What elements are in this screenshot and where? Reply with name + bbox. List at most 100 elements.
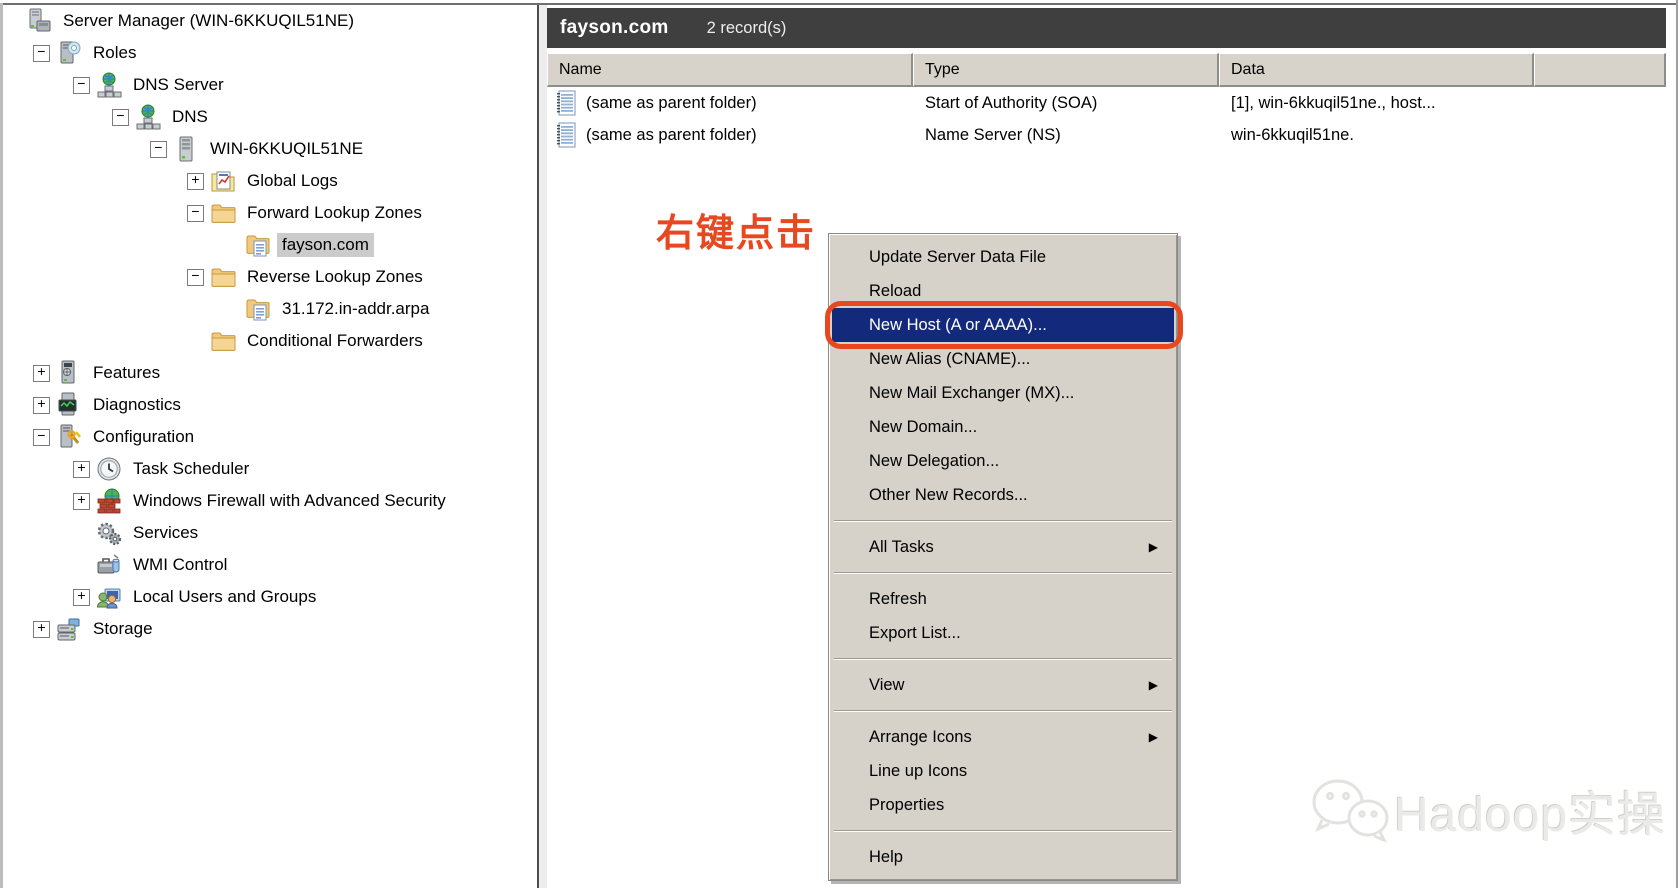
- record-icon: [555, 90, 579, 116]
- services-icon: [96, 520, 122, 546]
- tree-item-forward-lookup-zones[interactable]: Forward Lookup Zones: [242, 201, 427, 225]
- tree-item-storage[interactable]: Storage: [88, 617, 158, 641]
- menu-item-refresh[interactable]: Refresh: [832, 582, 1174, 616]
- tree-row: − Reverse Lookup Zones: [3, 261, 537, 293]
- collapse-icon[interactable]: −: [33, 44, 50, 62]
- record-name: (same as parent folder): [586, 93, 757, 112]
- column-header-data[interactable]: Data: [1219, 53, 1534, 87]
- tree-row: Services: [3, 517, 537, 549]
- zone-title-bar: fayson.com 2 record(s): [547, 8, 1666, 48]
- column-header-type[interactable]: Type: [913, 53, 1219, 87]
- tree-item-configuration[interactable]: Configuration: [88, 425, 199, 449]
- tree-item-reverse-lookup-zones[interactable]: Reverse Lookup Zones: [242, 265, 428, 289]
- menu-item-label: New Delegation...: [869, 452, 1000, 470]
- menu-separator: [834, 658, 1172, 660]
- wmi-icon: [96, 552, 122, 578]
- tree-item-services[interactable]: Services: [128, 521, 203, 545]
- tree-item-windows-firewall-with-advanced-security[interactable]: Windows Firewall with Advanced Security: [128, 489, 451, 513]
- menu-item-view[interactable]: View ▶: [832, 668, 1174, 702]
- menu-item-reload[interactable]: Reload: [832, 274, 1174, 308]
- menu-item-properties[interactable]: Properties: [832, 788, 1174, 822]
- tree-row: − WIN-6KKUQIL51NE: [3, 133, 537, 165]
- panel-splitter-gap: [539, 5, 547, 888]
- record-row[interactable]: (same as parent folder) Start of Authorit…: [547, 87, 1666, 119]
- global-logs-icon: [210, 168, 236, 194]
- menu-item-label: View: [869, 676, 905, 694]
- menu-item-new-domain[interactable]: New Domain...: [832, 410, 1174, 444]
- menu-separator: [834, 520, 1172, 522]
- submenu-arrow-icon: ▶: [1148, 678, 1158, 692]
- menu-separator: [834, 830, 1172, 832]
- menu-item-new-host-a-or-aaaa[interactable]: New Host (A or AAAA)...: [825, 301, 1183, 349]
- column-header-name[interactable]: Name: [547, 53, 913, 87]
- menu-item-update-server-data-file[interactable]: Update Server Data File: [832, 240, 1174, 274]
- collapse-icon[interactable]: −: [33, 428, 50, 446]
- tree-item-roles[interactable]: Roles: [88, 41, 141, 65]
- diagnostics-icon: [56, 392, 82, 418]
- tree-row: Conditional Forwarders: [3, 325, 537, 357]
- tree-row: + Diagnostics: [3, 389, 537, 421]
- tree-item-diagnostics[interactable]: Diagnostics: [88, 393, 186, 417]
- record-list-header: Name Type Data: [547, 53, 1666, 87]
- tree-item-dns-server[interactable]: DNS Server: [128, 73, 229, 97]
- menu-item-export-list[interactable]: Export List...: [832, 616, 1174, 650]
- tree-row: WMI Control: [3, 549, 537, 581]
- menu-item-label: Reload: [869, 282, 922, 300]
- collapse-icon[interactable]: −: [150, 140, 167, 158]
- expand-icon[interactable]: +: [73, 588, 90, 606]
- record-list-body: (same as parent folder) Start of Authorit…: [547, 87, 1666, 151]
- menu-item-new-alias-cname[interactable]: New Alias (CNAME)...: [832, 342, 1174, 376]
- server-manager-icon: [26, 8, 52, 34]
- submenu-arrow-icon: ▶: [1148, 730, 1158, 744]
- menu-item-label: Line up Icons: [869, 762, 968, 780]
- menu-item-all-tasks[interactable]: All Tasks ▶: [832, 530, 1174, 564]
- tree-item-dns[interactable]: DNS: [167, 105, 213, 129]
- tree-item-conditional-forwarders[interactable]: Conditional Forwarders: [242, 329, 428, 353]
- firewall-icon: [96, 488, 122, 514]
- menu-item-new-mail-exchanger-mx[interactable]: New Mail Exchanger (MX)...: [832, 376, 1174, 410]
- tree-item-global-logs[interactable]: Global Logs: [242, 169, 343, 193]
- menu-item-other-new-records[interactable]: Other New Records...: [832, 478, 1174, 512]
- roles-icon: [56, 40, 82, 66]
- menu-item-line-up-icons[interactable]: Line up Icons: [832, 754, 1174, 788]
- folder-icon: [210, 200, 236, 226]
- expand-icon[interactable]: +: [33, 620, 50, 638]
- collapse-icon[interactable]: −: [187, 204, 204, 222]
- menu-separator: [834, 572, 1172, 574]
- tree-item-server-manager-win-6kkuqil51ne[interactable]: Server Manager (WIN-6KKUQIL51NE): [58, 9, 359, 33]
- collapse-icon[interactable]: −: [112, 108, 129, 126]
- menu-item-new-delegation[interactable]: New Delegation...: [832, 444, 1174, 478]
- tree-item-task-scheduler[interactable]: Task Scheduler: [128, 457, 254, 481]
- record-row[interactable]: (same as parent folder) Name Server (NS) w…: [547, 119, 1666, 151]
- features-icon: [56, 360, 82, 386]
- expand-icon[interactable]: +: [187, 172, 204, 190]
- configuration-icon: [56, 424, 82, 450]
- tree-item-win-6kkuqil51ne[interactable]: WIN-6KKUQIL51NE: [205, 137, 368, 161]
- record-data: win-6kkuqil51ne.: [1231, 125, 1354, 144]
- tree-item-features[interactable]: Features: [88, 361, 165, 385]
- collapse-icon[interactable]: −: [73, 76, 90, 94]
- expand-icon[interactable]: +: [33, 396, 50, 414]
- tree-item-local-users-and-groups[interactable]: Local Users and Groups: [128, 585, 321, 609]
- tree-item-fayson-com[interactable]: fayson.com: [277, 233, 374, 257]
- menu-item-label: Arrange Icons: [869, 728, 972, 746]
- expand-icon[interactable]: +: [73, 460, 90, 478]
- tree-row: 31.172.in-addr.arpa: [3, 293, 537, 325]
- expand-icon[interactable]: +: [33, 364, 50, 382]
- tree-row: fayson.com: [3, 229, 537, 261]
- menu-item-help[interactable]: Help: [832, 840, 1174, 874]
- tree-item-wmi-control[interactable]: WMI Control: [128, 553, 232, 577]
- task-scheduler-icon: [96, 456, 122, 482]
- menu-item-label: Help: [869, 848, 903, 866]
- storage-icon: [56, 616, 82, 642]
- menu-item-label: Refresh: [869, 590, 927, 608]
- expand-icon[interactable]: +: [73, 492, 90, 510]
- collapse-icon[interactable]: −: [187, 268, 204, 286]
- folder-icon: [210, 328, 236, 354]
- tree-item-31-172-in-addr-arpa[interactable]: 31.172.in-addr.arpa: [277, 297, 434, 321]
- menu-item-arrange-icons[interactable]: Arrange Icons ▶: [832, 720, 1174, 754]
